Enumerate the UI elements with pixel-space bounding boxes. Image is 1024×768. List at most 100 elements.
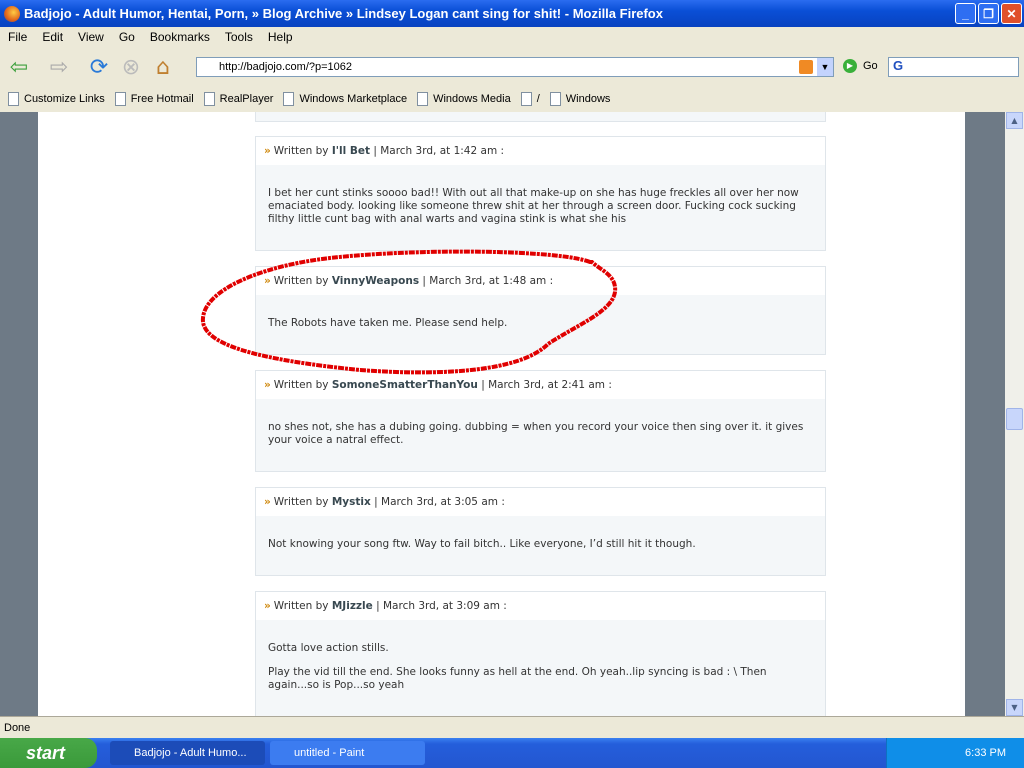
comment-author[interactable]: SomoneSmatterThanYou [332, 379, 478, 391]
comment-author[interactable]: I'll Bet [332, 145, 370, 157]
taskbar: start Badjojo - Adult Humo... untitled -… [0, 738, 1024, 768]
window-title: Badjojo - Adult Humor, Hentai, Porn, » B… [24, 6, 663, 21]
comment: » Written by MJizzle | March 3rd, at 3:09… [255, 591, 826, 716]
comment-date: | March 3rd, at 1:48 am : [422, 275, 554, 287]
bookmark-free-hotmail[interactable]: Free Hotmail [114, 92, 194, 106]
scroll-up-icon[interactable]: ▲ [1006, 112, 1023, 129]
task-firefox[interactable]: Badjojo - Adult Humo... [110, 741, 265, 765]
bookmark-slash[interactable]: / [520, 92, 540, 106]
clock: 6:33 PM [965, 747, 1006, 759]
comment-text: The Robots have taken me. Please send he… [268, 317, 508, 329]
comment-date: | March 3rd, at 3:05 am : [374, 496, 505, 508]
comment-header: » Written by I'll Bet | March 3rd, at 1:4… [256, 137, 825, 165]
go-button[interactable]: ▶ Go [843, 59, 878, 73]
menu-edit[interactable]: Edit [42, 30, 63, 44]
vertical-scrollbar[interactable]: ▲ ▼ [1005, 112, 1024, 716]
double-arrow-icon: » [264, 600, 271, 612]
bookmark-windows-marketplace[interactable]: Windows Marketplace [283, 92, 407, 106]
title-bar: Badjojo - Adult Humor, Hentai, Porn, » B… [0, 0, 1024, 27]
task-paint[interactable]: untitled - Paint [270, 741, 425, 765]
written-by-label: Written by [273, 145, 329, 157]
bookmark-windows[interactable]: Windows [549, 92, 611, 106]
menu-go[interactable]: Go [119, 30, 135, 44]
comment-body: I bet her cunt stinks soooo bad!! With o… [256, 165, 825, 250]
minimize-button[interactable]: _ [955, 3, 976, 24]
start-button[interactable]: start [0, 738, 97, 768]
url-text: http://badjojo.com/?p=1062 [219, 61, 353, 73]
page-icon [520, 92, 532, 106]
comment-date: | March 3rd, at 2:41 am : [481, 379, 612, 391]
menu-tools[interactable]: Tools [225, 30, 253, 44]
menu-bar: File Edit View Go Bookmarks Tools Help [0, 27, 1024, 47]
bookmark-windows-media[interactable]: Windows Media [417, 92, 511, 106]
scroll-thumb[interactable] [1006, 408, 1023, 430]
comment-text: I bet her cunt stinks soooo bad!! With o… [268, 187, 799, 225]
task-label: untitled - Paint [294, 747, 365, 759]
bookmark-customize-links[interactable]: Customize Links [8, 92, 105, 106]
search-engine-icon: G [893, 58, 904, 73]
written-by-label: Written by [273, 275, 329, 287]
comment-date: | March 3rd, at 1:42 am : [373, 145, 505, 157]
comment-body: The Robots have taken me. Please send he… [256, 295, 825, 354]
comment-author[interactable]: MJizzle [332, 600, 373, 612]
comment-text: no shes not, she has a dubing going. dub… [268, 421, 804, 446]
menu-bookmarks[interactable]: Bookmarks [150, 30, 210, 44]
rss-icon[interactable] [799, 60, 813, 74]
comment-date: | March 3rd, at 3:09 am : [376, 600, 507, 612]
comment-body: Not knowing your song ftw. Way to fail b… [256, 516, 825, 575]
status-text: Done [4, 722, 31, 734]
go-icon: ▶ [843, 59, 857, 73]
reload-icon[interactable]: ⟳ [86, 54, 112, 80]
page-icon [417, 92, 429, 106]
written-by-label: Written by [273, 379, 329, 391]
comment-list: » Written by I'll Bet | March 3rd, at 1:4… [255, 112, 826, 716]
menu-help[interactable]: Help [268, 30, 293, 44]
comment-header: » Written by MJizzle | March 3rd, at 3:09… [256, 592, 825, 620]
written-by-label: Written by [273, 496, 329, 508]
page-icon [8, 92, 19, 106]
double-arrow-icon: » [264, 496, 271, 508]
comment: » Written by Mystix | March 3rd, at 3:05 … [255, 487, 826, 576]
url-input[interactable]: http://badjojo.com/?p=1062 ▼ [196, 57, 834, 77]
go-label: Go [863, 60, 878, 72]
written-by-label: Written by [273, 600, 329, 612]
page-content: » Written by I'll Bet | March 3rd, at 1:4… [38, 112, 965, 716]
task-label: Badjojo - Adult Humo... [134, 747, 247, 759]
comment: » Written by VinnyWeapons | March 3rd, at… [255, 266, 826, 355]
page-viewport: » Written by I'll Bet | March 3rd, at 1:4… [0, 112, 1005, 716]
system-tray: 6:33 PM [886, 738, 1024, 768]
maximize-button[interactable]: ❐ [978, 3, 999, 24]
bookmark-label: Windows Marketplace [299, 93, 408, 105]
url-dropdown-icon[interactable]: ▼ [817, 58, 833, 76]
home-icon[interactable]: ⌂ [150, 54, 176, 80]
comment-header: » Written by SomoneSmatterThanYou | March… [256, 371, 825, 399]
comment: » Written by I'll Bet | March 3rd, at 1:4… [255, 136, 826, 251]
bookmark-label: RealPlayer [219, 93, 274, 105]
close-button[interactable]: ✕ [1001, 3, 1022, 24]
scroll-down-icon[interactable]: ▼ [1006, 699, 1023, 716]
comment-header: » Written by VinnyWeapons | March 3rd, at… [256, 267, 825, 295]
menu-view[interactable]: View [78, 30, 104, 44]
search-input[interactable]: G [888, 57, 1019, 77]
page-icon [114, 92, 126, 106]
comment-text: Gotta love action stills. [268, 642, 389, 654]
page-icon [283, 92, 295, 106]
stop-icon[interactable]: ⊗ [118, 54, 144, 80]
back-icon[interactable]: ⇦ [6, 54, 32, 80]
comment-body: Gotta love action stills. Play the vid ti… [256, 620, 825, 716]
comment-header: » Written by Mystix | March 3rd, at 3:05 … [256, 488, 825, 516]
comment-text: Not knowing your song ftw. Way to fail b… [268, 538, 696, 550]
bookmark-label: Windows Media [433, 93, 511, 105]
forward-icon[interactable]: ⇨ [46, 54, 72, 80]
comment-author[interactable]: VinnyWeapons [332, 275, 419, 287]
menu-file[interactable]: File [8, 30, 27, 44]
bookmark-realplayer[interactable]: RealPlayer [203, 92, 274, 106]
firefox-icon [4, 5, 20, 22]
double-arrow-icon: » [264, 379, 271, 391]
bookmark-label: Windows [565, 93, 611, 105]
bookmarks-toolbar: Customize Links Free Hotmail RealPlayer … [0, 88, 1024, 110]
double-arrow-icon: » [264, 145, 271, 157]
bookmark-label: Customize Links [24, 93, 105, 105]
comment-author[interactable]: Mystix [332, 496, 371, 508]
bookmark-label: / [536, 93, 540, 105]
